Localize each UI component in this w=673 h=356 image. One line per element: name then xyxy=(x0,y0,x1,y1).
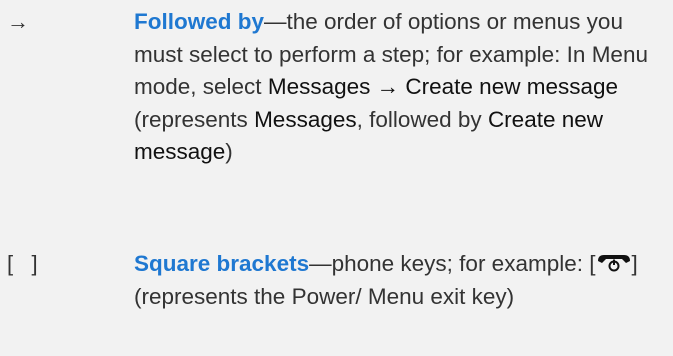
term-followed-by: Followed by xyxy=(134,9,265,34)
em-dash: — xyxy=(309,251,332,276)
entry-description: Square brackets—phone keys; for example:… xyxy=(134,248,664,313)
entry-description: Followed by—the order of options or menu… xyxy=(134,6,664,169)
description-text: ) xyxy=(225,139,233,164)
arrow-symbol: → xyxy=(7,9,29,34)
description-text: phone keys; for example: [ xyxy=(331,251,596,276)
term-square-brackets: Square brackets xyxy=(134,251,310,276)
description-text: , followed by xyxy=(356,106,488,132)
menu-arrow: → xyxy=(370,74,406,99)
power-end-key-icon xyxy=(596,250,632,272)
square-brackets-symbol: [ ] xyxy=(7,251,38,276)
menu-name-messages: Messages xyxy=(267,74,371,99)
menu-name-messages: Messages xyxy=(254,106,357,132)
description-text: (represents xyxy=(134,106,255,132)
menu-name-create-new-message: Create new message xyxy=(405,74,618,99)
em-dash: — xyxy=(264,9,287,34)
